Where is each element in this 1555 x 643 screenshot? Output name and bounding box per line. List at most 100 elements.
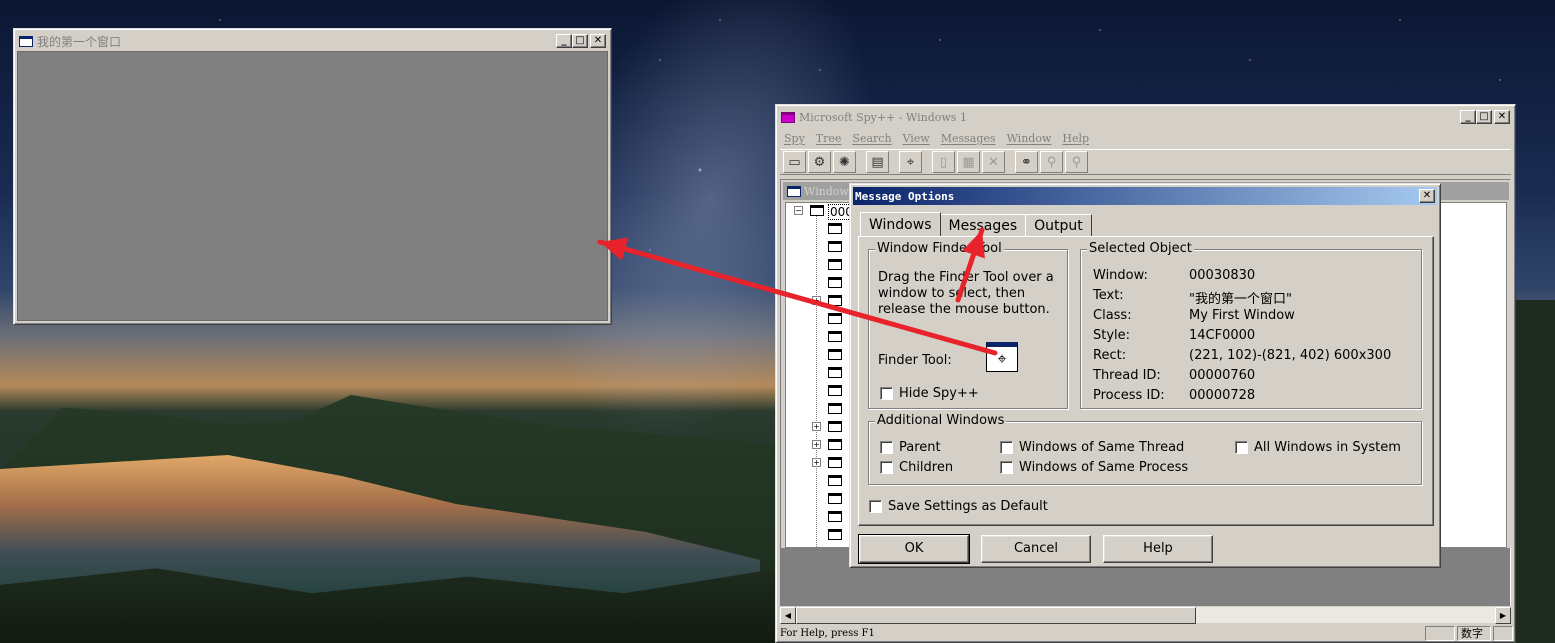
find-next-icon[interactable]: ⚲ xyxy=(1040,151,1063,173)
all-windows-label: All Windows in System xyxy=(1254,440,1401,455)
stop-icon[interactable]: ▯ xyxy=(932,151,955,173)
tree-node-icon[interactable] xyxy=(828,313,842,324)
properties-icon[interactable]: ▦ xyxy=(957,151,980,173)
tree-node-icon[interactable] xyxy=(828,259,842,270)
windows-icon[interactable]: ▭ xyxy=(783,151,806,173)
tree-node-icon[interactable] xyxy=(828,349,842,360)
find-prev-icon[interactable]: ⚲ xyxy=(1065,151,1088,173)
clear-icon[interactable]: ✕ xyxy=(982,151,1005,173)
all-windows-checkbox[interactable] xyxy=(1235,441,1248,454)
tab-messages[interactable]: Messages xyxy=(939,214,1027,236)
log-messages-icon[interactable]: ▤ xyxy=(866,151,889,173)
tree-node-icon[interactable] xyxy=(828,439,842,450)
window-icon xyxy=(19,35,33,47)
dialog-close-button[interactable]: ✕ xyxy=(1419,189,1435,203)
message-options-dialog[interactable]: Message Options ✕ Windows Messages Outpu… xyxy=(849,183,1441,568)
first-window-client[interactable] xyxy=(17,51,608,321)
spy-menubar: Spy Tree Search View Messages Window Hel… xyxy=(780,129,1511,147)
menu-spy[interactable]: Spy xyxy=(784,132,805,145)
selected-object-field-value: 00000728 xyxy=(1189,388,1256,403)
tab-output[interactable]: Output xyxy=(1025,214,1092,236)
same-thread-checkbox[interactable] xyxy=(1000,441,1013,454)
tree-expand-toggle[interactable]: + xyxy=(812,422,821,431)
same-process-option[interactable]: Windows of Same Process xyxy=(1000,460,1188,475)
spy-close-button[interactable]: ✕ xyxy=(1494,110,1510,124)
menu-window[interactable]: Window xyxy=(1007,132,1052,145)
selected-object-field-value: "我的第一个窗口" xyxy=(1189,292,1292,307)
children-checkbox[interactable] xyxy=(880,461,893,474)
scroll-right-icon[interactable]: ▶ xyxy=(1495,607,1511,624)
tree-node-icon[interactable] xyxy=(828,457,842,468)
spy-maximize-button[interactable]: □ xyxy=(1476,110,1492,124)
processes-icon[interactable]: ⚙ xyxy=(808,151,831,173)
parent-label: Parent xyxy=(899,440,941,455)
tree-window-icon xyxy=(787,185,801,197)
tree-root-node-icon xyxy=(810,205,824,216)
additional-windows-label: Additional Windows xyxy=(875,413,1007,428)
tree-node-icon[interactable] xyxy=(828,331,842,342)
scrollbar-thumb[interactable] xyxy=(796,607,1196,624)
binoculars-icon[interactable]: ⚭ xyxy=(1015,151,1038,173)
menu-search[interactable]: Search xyxy=(852,132,891,145)
ok-button[interactable]: OK xyxy=(858,534,970,564)
hide-spy-checkbox[interactable] xyxy=(880,387,893,400)
tree-node-icon[interactable] xyxy=(828,277,842,288)
selected-object-field-value: My First Window xyxy=(1189,308,1295,323)
children-option[interactable]: Children xyxy=(880,460,953,475)
tree-node-icon[interactable] xyxy=(828,475,842,486)
tree-node-icon[interactable] xyxy=(828,511,842,522)
spy-minimize-button[interactable]: _ xyxy=(1460,110,1476,124)
tree-expand-toggle[interactable]: + xyxy=(812,458,821,467)
maximize-button[interactable]: □ xyxy=(572,34,588,48)
tree-node-icon[interactable] xyxy=(828,241,842,252)
first-window[interactable]: 我的第一个窗口 _ □ ✕ xyxy=(13,28,612,325)
save-default-checkbox[interactable] xyxy=(869,500,882,513)
tree-node-icon[interactable] xyxy=(828,529,842,540)
selected-object-field-label: Text: xyxy=(1093,288,1124,303)
selected-object-group: Selected Object Window: 00030830 Text: "我的第… xyxy=(1080,241,1422,409)
all-windows-option[interactable]: All Windows in System xyxy=(1235,440,1401,455)
selected-object-field-value: 14CF0000 xyxy=(1189,328,1256,343)
tab-windows[interactable]: Windows xyxy=(860,212,941,236)
hide-spy-option[interactable]: Hide Spy++ xyxy=(880,386,979,401)
tree-node-icon[interactable] xyxy=(828,385,842,396)
minimize-button[interactable]: _ xyxy=(556,34,572,48)
tree-window-title: Windows xyxy=(804,184,855,198)
status-bar: For Help, press F1 数字 xyxy=(778,624,1513,642)
cancel-button[interactable]: Cancel xyxy=(981,535,1091,563)
tree-node-icon[interactable] xyxy=(828,403,842,414)
parent-option[interactable]: Parent xyxy=(880,440,941,455)
tree-node-icon[interactable] xyxy=(828,223,842,234)
tree-node-icon[interactable] xyxy=(828,493,842,504)
finder-tool-icon[interactable]: ⌖ xyxy=(986,342,1018,372)
same-process-checkbox[interactable] xyxy=(1000,461,1013,474)
tab-panel-windows: Window Finder Tool Drag the Finder Tool … xyxy=(858,236,1434,526)
finder-group-label: Window Finder Tool xyxy=(875,241,1004,256)
menu-view[interactable]: View xyxy=(903,132,930,145)
selected-object-field-label: Window: xyxy=(1093,268,1148,283)
menu-messages[interactable]: Messages xyxy=(941,132,996,145)
tree-expand-toggle[interactable]: + xyxy=(812,296,821,305)
menu-help[interactable]: Help xyxy=(1062,132,1089,145)
tree-node-icon[interactable] xyxy=(828,295,842,306)
horizontal-scrollbar[interactable]: ◀ ▶ xyxy=(780,606,1511,624)
find-window-icon[interactable]: ⌖ xyxy=(899,151,922,173)
tree-expand-toggle[interactable]: + xyxy=(812,440,821,449)
tree-node-icon[interactable] xyxy=(828,421,842,432)
selected-object-field-label: Rect: xyxy=(1093,348,1127,363)
dialog-titlebar[interactable]: Message Options ✕ xyxy=(853,187,1437,205)
first-window-titlebar[interactable]: 我的第一个窗口 _ □ ✕ xyxy=(17,32,608,50)
tree-collapse-toggle[interactable]: − xyxy=(794,206,803,215)
close-button[interactable]: ✕ xyxy=(590,34,606,48)
spy-titlebar[interactable]: Microsoft Spy++ - Windows 1 _ □ ✕ xyxy=(779,108,1512,126)
menu-tree[interactable]: Tree xyxy=(816,132,842,145)
save-default-option[interactable]: Save Settings as Default xyxy=(869,499,1048,514)
same-thread-option[interactable]: Windows of Same Thread xyxy=(1000,440,1184,455)
help-button[interactable]: Help xyxy=(1103,535,1213,563)
threads-icon[interactable]: ✺ xyxy=(833,151,856,173)
status-pane-numlock: 数字 xyxy=(1457,625,1491,641)
scroll-left-icon[interactable]: ◀ xyxy=(780,607,796,624)
first-window-title: 我的第一个窗口 xyxy=(37,34,122,49)
tree-node-icon[interactable] xyxy=(828,367,842,378)
parent-checkbox[interactable] xyxy=(880,441,893,454)
